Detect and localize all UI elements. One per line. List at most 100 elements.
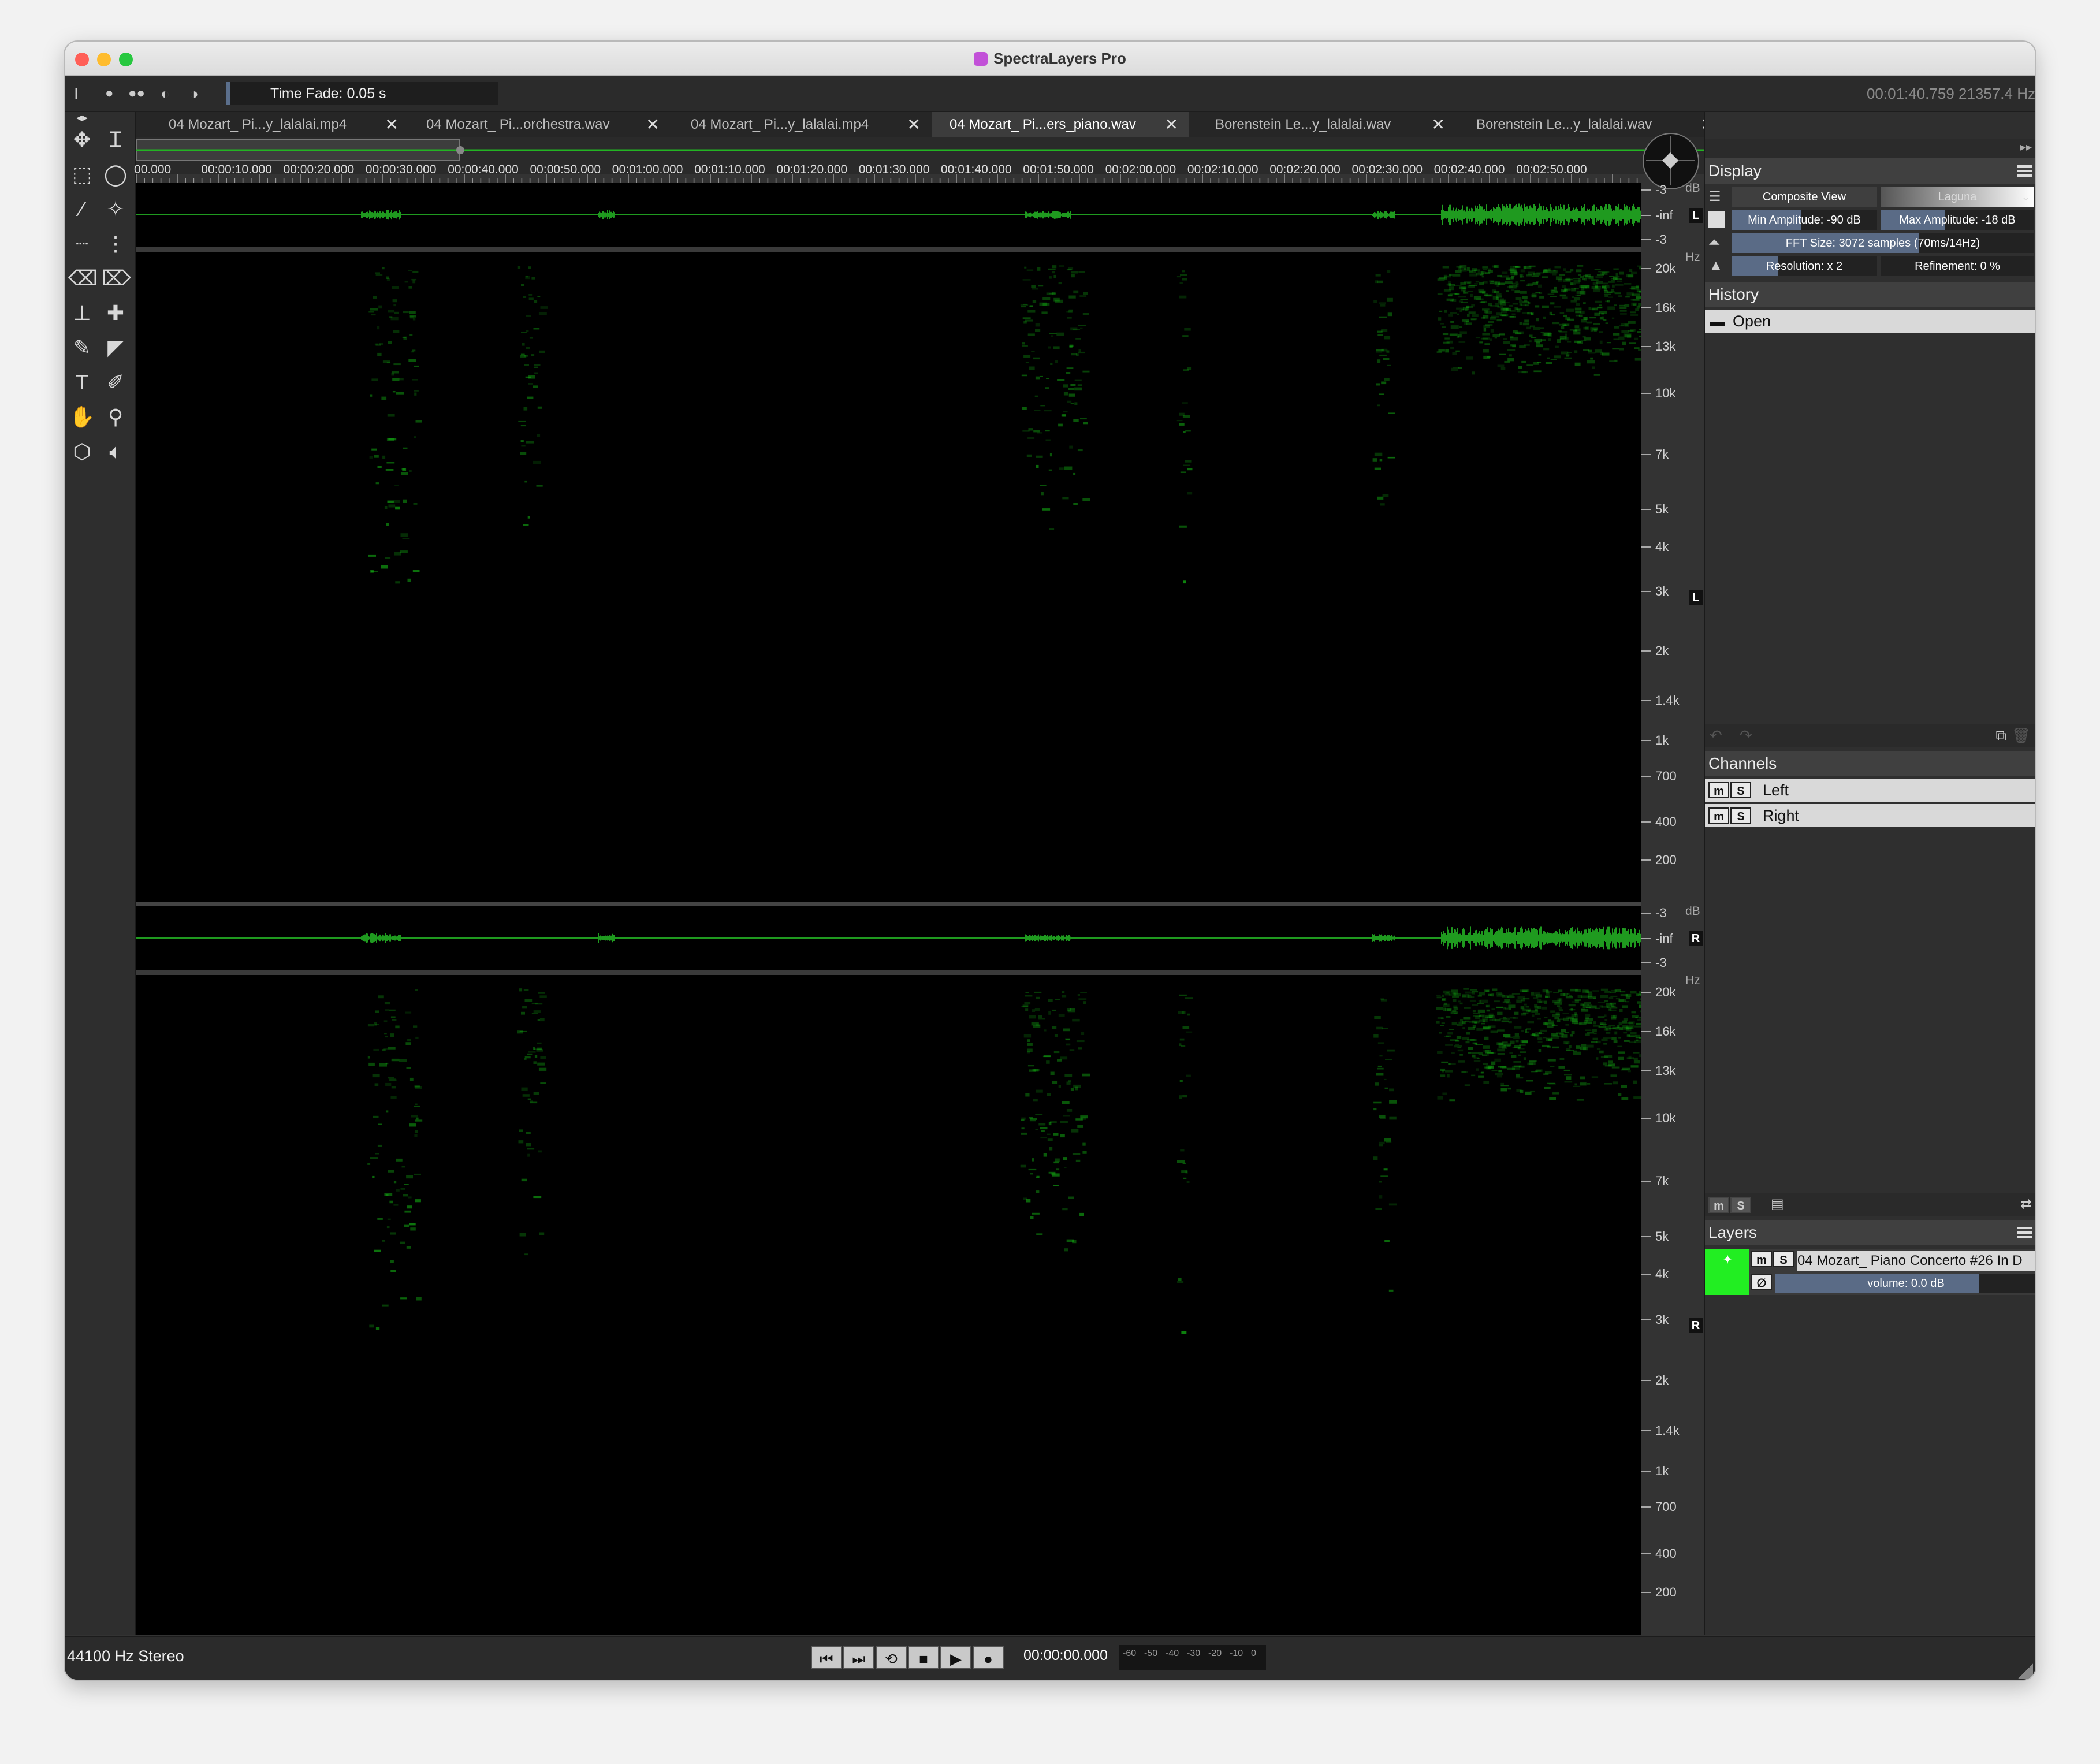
close-tab-icon[interactable]: ✕ bbox=[385, 112, 399, 137]
scale-tick bbox=[1641, 307, 1651, 309]
undo-icon[interactable]: ↶ bbox=[1710, 727, 1722, 745]
trash-icon[interactable]: 🗑︎ bbox=[2012, 727, 2031, 745]
hz-tick-label: 16k bbox=[1655, 1024, 1676, 1039]
mute-button[interactable]: m bbox=[1708, 807, 1729, 824]
layer-volume-slider[interactable]: volume: 0.0 dB bbox=[1775, 1274, 2035, 1293]
eyedropper-icon[interactable]: ✐ bbox=[102, 369, 129, 396]
resize-grip[interactable] bbox=[2018, 1663, 2033, 1679]
history-panel-header[interactable]: History bbox=[1705, 282, 2035, 307]
scale-tick bbox=[1641, 345, 1651, 347]
close-tab-icon[interactable]: ✕ bbox=[1165, 112, 1178, 137]
channel-row-right[interactable]: m S Right bbox=[1705, 804, 2035, 827]
redo-icon[interactable]: ↷ bbox=[1740, 727, 1752, 745]
resolution-icon[interactable]: ▲ bbox=[1708, 256, 1723, 274]
mute-button[interactable]: m bbox=[1708, 782, 1729, 798]
collapse-right-icon[interactable]: ▸▸ bbox=[2020, 140, 2032, 154]
overview-handle[interactable] bbox=[456, 146, 464, 154]
close-tab-icon[interactable]: ✕ bbox=[1432, 112, 1445, 137]
record-button[interactable]: ● bbox=[973, 1646, 1004, 1669]
play-button[interactable]: ▶ bbox=[940, 1646, 971, 1669]
amplitude-eraser-icon[interactable]: ⌦ bbox=[102, 265, 131, 292]
solo-all-button[interactable]: S bbox=[1730, 1197, 1751, 1213]
document-tab[interactable]: 04 Mozart_ Pi...y_lalalai.mp4 ✕ bbox=[673, 112, 931, 137]
frequency-tool-icon[interactable]: ⋮ bbox=[102, 230, 129, 258]
collapse-arrow-icon[interactable]: ◂▸ bbox=[68, 112, 96, 124]
fill-bucket-icon[interactable]: ◤ bbox=[102, 334, 129, 362]
document-tab-active[interactable]: 04 Mozart_ Pi...ers_piano.wav ✕ bbox=[932, 112, 1189, 137]
solo-button[interactable]: S bbox=[1730, 782, 1751, 798]
double-dot-icon[interactable]: ●● bbox=[128, 85, 145, 102]
menu-icon[interactable] bbox=[2017, 165, 2032, 177]
move-tool-icon[interactable]: ✥ bbox=[68, 126, 96, 154]
db-tick-label: -3 bbox=[1655, 955, 1667, 970]
text-tool-icon[interactable]: T bbox=[68, 369, 96, 396]
speaker-tool-icon[interactable]: 🔈︎ bbox=[102, 438, 129, 466]
amplitude-curve-icon[interactable] bbox=[1708, 211, 1725, 228]
layer-row[interactable]: ✦ m S 04 Mozart_ Piano Concerto #26 In D… bbox=[1705, 1249, 2035, 1295]
rect-select-tool-icon[interactable]: ⬚ bbox=[68, 161, 96, 188]
heal-tool-icon[interactable]: ✚ bbox=[102, 299, 129, 327]
history-item[interactable]: ▬ Open bbox=[1705, 310, 2035, 333]
fft-size-slider[interactable]: FFT Size: 3072 samples (70ms/14Hz) bbox=[1732, 233, 2034, 253]
close-tab-icon[interactable]: ✕ bbox=[646, 112, 660, 137]
splitter-right[interactable] bbox=[136, 970, 1641, 975]
min-amplitude-slider[interactable]: Min Amplitude: -90 dB bbox=[1732, 210, 1877, 230]
3d-view-icon[interactable]: ⬡ bbox=[68, 438, 96, 466]
time-fade-field[interactable]: Time Fade: 0.05 s bbox=[226, 82, 498, 105]
document-tab[interactable]: Borenstein Le...y_lalalai.wav✕ bbox=[1198, 112, 1455, 137]
copy-icon[interactable]: ⧉ bbox=[1995, 727, 2006, 745]
window-title-text: SpectraLayers Pro bbox=[993, 50, 1126, 67]
layer-name[interactable]: 04 Mozart_ Piano Concerto #26 In D bbox=[1797, 1251, 2035, 1271]
solo-button[interactable]: S bbox=[1730, 807, 1751, 824]
text-cursor-icon[interactable]: I bbox=[74, 84, 79, 103]
menu-icon[interactable] bbox=[2017, 1227, 2032, 1238]
splitter-left[interactable] bbox=[136, 247, 1641, 252]
mute-all-button[interactable]: m bbox=[1708, 1197, 1729, 1213]
overlap-circle-icon[interactable]: ◑ bbox=[189, 85, 199, 103]
single-dot-icon[interactable]: ● bbox=[105, 85, 114, 102]
refinement-slider[interactable]: Refinement: 0 % bbox=[1881, 256, 2034, 276]
waveform-right[interactable] bbox=[136, 906, 1695, 970]
brush-select-tool-icon[interactable]: ⁄ bbox=[68, 195, 96, 223]
time-select-tool-icon[interactable]: Ｉ bbox=[102, 126, 129, 154]
channels-panel-header[interactable]: Channels bbox=[1705, 751, 2035, 776]
clone-stamp-icon[interactable]: ⊥ bbox=[68, 299, 96, 327]
fft-shape-icon[interactable]: ⏶ bbox=[1708, 233, 1721, 252]
layers-stack-icon[interactable]: ☰ bbox=[1708, 188, 1721, 205]
max-amplitude-slider[interactable]: Max Amplitude: -18 dB bbox=[1881, 210, 2034, 230]
magic-wand-tool-icon[interactable]: ✧ bbox=[102, 195, 129, 223]
phase-invert-button[interactable]: ∅ bbox=[1751, 1274, 1772, 1290]
composite-view-button[interactable]: Composite View bbox=[1732, 187, 1877, 207]
skip-back-button[interactable]: ⏮︎ bbox=[811, 1646, 842, 1669]
layer-solo-button[interactable]: S bbox=[1773, 1251, 1794, 1267]
half-circle-icon[interactable]: ◐ bbox=[161, 85, 170, 103]
stop-button[interactable]: ■ bbox=[908, 1646, 939, 1669]
document-tab[interactable]: 04 Mozart_ Pi...orchestra.wav ✕ bbox=[409, 112, 670, 137]
waveform-left[interactable] bbox=[136, 183, 1695, 247]
shuffle-icon[interactable]: ⇄ bbox=[2020, 1196, 2032, 1212]
scale-tick bbox=[1641, 239, 1651, 240]
eraser-tool-icon[interactable]: ⌫ bbox=[68, 265, 98, 292]
loop-button[interactable]: ⟲ bbox=[876, 1646, 907, 1669]
display-panel-header[interactable]: Display bbox=[1705, 158, 2035, 184]
document-tab[interactable]: Borenstein Le...y_lalalai.wav✕ bbox=[1459, 112, 1725, 137]
document-tab[interactable]: 04 Mozart_ Pi...y_lalalai.mp4 ✕ bbox=[151, 112, 409, 137]
close-tab-icon[interactable]: ✕ bbox=[907, 112, 921, 137]
lasso-tool-icon[interactable]: ◯ bbox=[102, 161, 129, 188]
hand-tool-icon[interactable]: ✋ bbox=[68, 403, 96, 431]
palette-select[interactable]: Laguna ⌄ bbox=[1881, 187, 2034, 207]
channel-row-left[interactable]: m S Left bbox=[1705, 779, 2035, 802]
layer-thumbnail[interactable]: ✦ bbox=[1705, 1249, 1749, 1295]
spectrogram-left[interactable] bbox=[136, 252, 1703, 902]
top-toolbar: I ● ●● ◐ ◑ Time Fade: 0.05 s 00:01:40.75… bbox=[65, 76, 2035, 112]
harmonics-tool-icon[interactable]: ┈ bbox=[68, 230, 96, 258]
spectrogram-right[interactable] bbox=[136, 975, 1701, 1635]
channel-list-icon[interactable]: ▤ bbox=[1771, 1196, 1784, 1212]
channel-label: Left bbox=[1763, 781, 1789, 799]
zoom-tool-icon[interactable]: ⚲ bbox=[102, 403, 129, 431]
resolution-slider[interactable]: Resolution: x 2 bbox=[1732, 256, 1877, 276]
pen-tool-icon[interactable]: ✎ bbox=[68, 334, 96, 362]
layer-mute-button[interactable]: m bbox=[1751, 1251, 1772, 1267]
skip-forward-button[interactable]: ⏭︎ bbox=[843, 1646, 874, 1669]
layers-panel-header[interactable]: Layers bbox=[1705, 1220, 2035, 1245]
